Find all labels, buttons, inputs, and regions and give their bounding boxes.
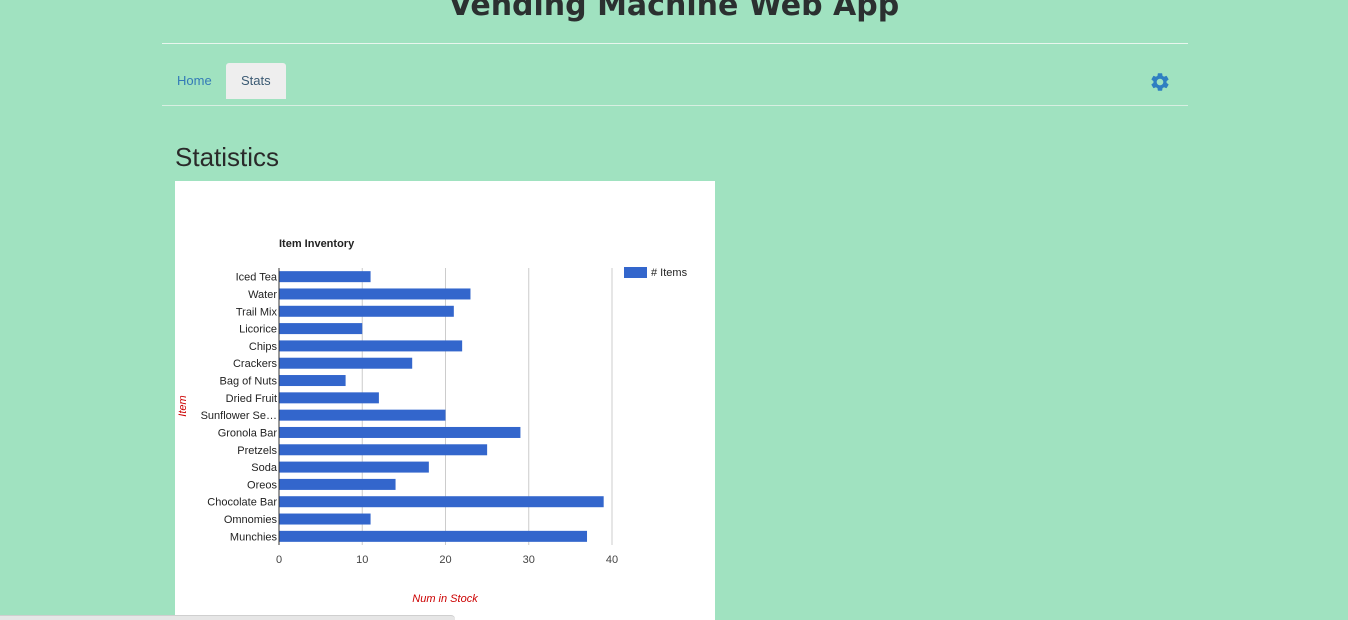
category-label: Bag of Nuts xyxy=(220,376,278,388)
x-tick-label: 30 xyxy=(523,554,535,566)
category-label: Oreos xyxy=(247,479,277,491)
category-label: Dried Fruit xyxy=(226,393,277,405)
page-title: Statistics xyxy=(175,142,280,172)
bar[interactable] xyxy=(279,323,363,335)
category-label: Iced Tea xyxy=(236,272,278,284)
bar[interactable] xyxy=(279,392,379,404)
app-title: Vending Machine Web App xyxy=(448,0,900,23)
chart-svg: Item Inventory Iced Tea Water Trail Mix Lic… xyxy=(177,238,688,605)
bar[interactable] xyxy=(279,530,588,542)
inventory-chart: Item Inventory Iced Tea Water Trail Mix Lic… xyxy=(175,181,715,620)
x-axis-title: Num in Stock xyxy=(412,593,478,605)
category-label: Chips xyxy=(249,341,278,353)
bar[interactable] xyxy=(279,444,488,456)
x-tick-labels: 0 10 20 30 40 xyxy=(276,554,618,566)
category-label: Chocolate Bar xyxy=(207,497,277,509)
y-axis-title: Item xyxy=(177,395,189,416)
nav-tabs: Home Stats xyxy=(162,63,1188,106)
category-label: Water xyxy=(248,289,277,301)
bar[interactable] xyxy=(279,513,371,525)
bar[interactable] xyxy=(279,288,471,300)
x-tick-label: 40 xyxy=(606,554,618,566)
title-divider xyxy=(162,43,1188,44)
category-label: Crackers xyxy=(233,358,278,370)
bar[interactable] xyxy=(279,478,396,490)
category-label: Omnomies xyxy=(224,514,278,526)
bar[interactable] xyxy=(279,305,454,317)
category-label: Soda xyxy=(251,462,278,474)
category-label: Munchies xyxy=(230,531,278,543)
bar[interactable] xyxy=(279,461,429,473)
legend-swatch xyxy=(624,267,647,278)
tab-home[interactable]: Home xyxy=(162,63,227,99)
gear-icon[interactable] xyxy=(1149,71,1171,93)
category-label: Pretzels xyxy=(237,445,277,457)
chart-title: Item Inventory xyxy=(279,238,355,250)
bar[interactable] xyxy=(279,357,413,369)
bar[interactable] xyxy=(279,496,604,508)
bar[interactable] xyxy=(279,409,446,421)
page: Vending Machine Web App Home Stats Stati… xyxy=(0,0,1348,620)
x-tick-label: 10 xyxy=(356,554,368,566)
tab-stats[interactable]: Stats xyxy=(226,63,286,99)
bars xyxy=(279,271,604,542)
category-label: Trail Mix xyxy=(236,306,278,318)
category-labels: Iced Tea Water Trail Mix Licorice Chips Crack… xyxy=(201,272,278,544)
bar[interactable] xyxy=(279,375,346,387)
x-tick-label: 20 xyxy=(439,554,451,566)
category-label: Gronola Bar xyxy=(218,427,278,439)
category-label: Licorice xyxy=(239,324,277,336)
bar[interactable] xyxy=(279,426,521,438)
x-tick-label: 0 xyxy=(276,554,282,566)
horizontal-scrollbar[interactable] xyxy=(0,615,455,620)
category-label: Sunflower Se… xyxy=(201,410,277,422)
legend-label: # Items xyxy=(651,267,688,279)
bar[interactable] xyxy=(279,271,371,283)
bar[interactable] xyxy=(279,340,463,352)
